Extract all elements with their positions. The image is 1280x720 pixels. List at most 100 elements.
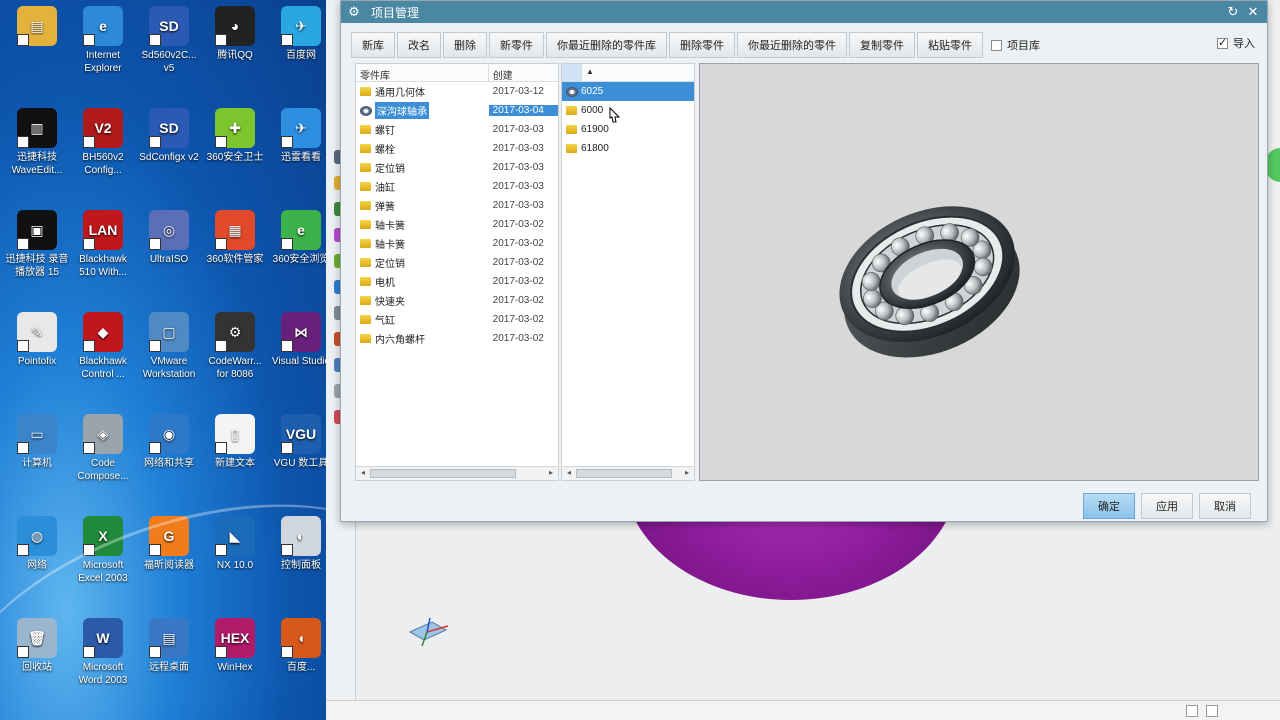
folder-icon bbox=[360, 296, 371, 305]
status-icon[interactable] bbox=[1186, 705, 1198, 717]
library-name-cell: 定位销 bbox=[356, 160, 489, 175]
column-header-part[interactable] bbox=[562, 64, 582, 81]
desktop-app-icon: ▦ bbox=[215, 210, 255, 250]
library-row[interactable]: 电机 2017-03-02 bbox=[356, 272, 558, 291]
delete-button[interactable]: 删除 bbox=[443, 32, 487, 58]
side-tab-handle[interactable] bbox=[1266, 148, 1280, 182]
desktop-icon[interactable]: ◐ 控制面板 bbox=[268, 516, 330, 572]
desktop-icon[interactable]: ▭ 计算机 bbox=[4, 414, 70, 470]
desktop-icon[interactable]: VGU VGU 数工具 bbox=[268, 414, 330, 470]
desktop-icon-label: Blackhawk Control ... bbox=[79, 356, 127, 380]
library-row[interactable]: 通用几何体 2017-03-12 bbox=[356, 82, 558, 101]
recently-deleted-parts-button[interactable]: 你最近删除的零件 bbox=[737, 32, 847, 58]
desktop-icon[interactable]: ▤ 远程桌面 bbox=[136, 618, 202, 674]
reset-icon[interactable]: ↻ bbox=[1225, 4, 1241, 20]
desktop-icon[interactable]: ◆ Blackhawk Control ... bbox=[70, 312, 136, 381]
scroll-right-icon[interactable]: ▸ bbox=[682, 468, 692, 477]
rename-button[interactable]: 改名 bbox=[397, 32, 441, 58]
paste-part-button[interactable]: 粘贴零件 bbox=[917, 32, 983, 58]
desktop-icon[interactable]: HEX WinHex bbox=[202, 618, 268, 674]
desktop-icon[interactable]: SD SdConfigx v2 bbox=[136, 108, 202, 164]
desktop-icon[interactable]: ▯ 新建文本 bbox=[202, 414, 268, 470]
dialog-titlebar[interactable]: ⚙ 项目管理 ↻ ✕ bbox=[341, 1, 1267, 23]
desktop-icon[interactable]: ◖ 百度... bbox=[268, 618, 330, 674]
desktop-icon[interactable]: e Internet Explorer bbox=[70, 6, 136, 75]
library-row[interactable]: 深沟球轴承 2017-03-04 bbox=[356, 101, 558, 120]
scroll-left-icon[interactable]: ◂ bbox=[564, 468, 574, 477]
library-row[interactable]: 内六角螺杆 2017-03-02 bbox=[356, 329, 558, 348]
desktop-icon[interactable]: ◣ NX 10.0 bbox=[202, 516, 268, 572]
status-icon[interactable] bbox=[1206, 705, 1218, 717]
cancel-button[interactable]: 取消 bbox=[1199, 493, 1251, 519]
checkbox-box[interactable] bbox=[1217, 36, 1228, 49]
new-part-button[interactable]: 新零件 bbox=[489, 32, 544, 58]
part-row[interactable]: 6000 bbox=[562, 101, 694, 120]
library-row[interactable]: 快速夹 2017-03-02 bbox=[356, 291, 558, 310]
desktop-icon[interactable]: ▣ 迅捷科技 录音播放器 15 bbox=[4, 210, 70, 279]
desktop-icon-label: 迅捷科技 WaveEdit... bbox=[11, 152, 63, 176]
column-header-library[interactable]: 零件库 bbox=[356, 64, 489, 82]
scroll-right-icon[interactable]: ▸ bbox=[546, 468, 556, 477]
desktop-icon[interactable]: ◉ 网络和共享 bbox=[136, 414, 202, 470]
desktop-icon[interactable]: ◍ 网络 bbox=[4, 516, 70, 572]
part-row[interactable]: 61800 bbox=[562, 139, 694, 158]
library-row[interactable]: 轴卡簧 2017-03-02 bbox=[356, 234, 558, 253]
new-library-button[interactable]: 新库 bbox=[351, 32, 395, 58]
desktop-icon[interactable]: V2 BH560v2 Config... bbox=[70, 108, 136, 177]
desktop-icon[interactable]: LAN Blackhawk 510 With... bbox=[70, 210, 136, 279]
sort-ascending-icon[interactable]: ▲ bbox=[582, 64, 606, 81]
close-icon[interactable]: ✕ bbox=[1245, 4, 1261, 20]
part-list[interactable]: ▲ 6025 6000 61900 61800 ◂ ▸ bbox=[561, 63, 695, 481]
horizontal-scrollbar[interactable]: ◂ ▸ bbox=[562, 466, 694, 480]
recently-deleted-libraries-button[interactable]: 你最近删除的零件库 bbox=[546, 32, 667, 58]
desktop-icon[interactable]: W Microsoft Word 2003 bbox=[70, 618, 136, 687]
desktop-icon[interactable]: ✎ Pointofix bbox=[4, 312, 70, 368]
library-date: 2017-03-03 bbox=[492, 200, 544, 211]
graphics-viewport[interactable] bbox=[356, 520, 1280, 700]
scrollbar-thumb[interactable] bbox=[576, 469, 672, 478]
library-row[interactable]: 定位销 2017-03-02 bbox=[356, 253, 558, 272]
desktop-icon[interactable]: e 360安全浏览 bbox=[268, 210, 330, 266]
desktop-icon[interactable]: SD Sd560v2C... v5 bbox=[136, 6, 202, 75]
delete-part-button[interactable]: 删除零件 bbox=[669, 32, 735, 58]
desktop-icon[interactable]: ▥ 迅捷科技 WaveEdit... bbox=[4, 108, 70, 177]
horizontal-scrollbar[interactable]: ◂ ▸ bbox=[356, 466, 558, 480]
library-list[interactable]: 零件库 创建 通用几何体 2017-03-12 深沟球轴承 2017-03-04 螺钉 2… bbox=[355, 63, 559, 481]
project-library-checkbox[interactable]: 项目库 bbox=[991, 37, 1040, 53]
library-row[interactable]: 螺栓 2017-03-03 bbox=[356, 139, 558, 158]
desktop-icon[interactable]: ✈ 迅雷看看 bbox=[268, 108, 330, 164]
library-name: 通用几何体 bbox=[375, 88, 425, 99]
folder-icon bbox=[360, 258, 371, 267]
desktop-icon-label: CodeWarr... for 8086 bbox=[208, 356, 262, 380]
desktop-icon[interactable]: ▤ bbox=[4, 6, 70, 49]
scroll-left-icon[interactable]: ◂ bbox=[358, 468, 368, 477]
library-row[interactable]: 油缸 2017-03-03 bbox=[356, 177, 558, 196]
library-row[interactable]: 气缸 2017-03-02 bbox=[356, 310, 558, 329]
desktop-icon[interactable]: ◕ 腾讯QQ bbox=[202, 6, 268, 62]
library-row[interactable]: 轴卡簧 2017-03-02 bbox=[356, 215, 558, 234]
ok-button[interactable]: 确定 bbox=[1083, 493, 1135, 519]
desktop-icon[interactable]: ◈ Code Compose... bbox=[70, 414, 136, 483]
checkbox-box[interactable] bbox=[991, 39, 1002, 51]
desktop-icon[interactable]: G 福昕阅读器 bbox=[136, 516, 202, 572]
column-header-created[interactable]: 创建 bbox=[489, 64, 558, 82]
import-checkbox[interactable]: 导入 bbox=[1217, 35, 1255, 51]
desktop-icon[interactable]: 🗑 回收站 bbox=[4, 618, 70, 674]
desktop-icon[interactable]: ◎ UltraISO bbox=[136, 210, 202, 266]
apply-button[interactable]: 应用 bbox=[1141, 493, 1193, 519]
desktop-icon[interactable]: ▦ 360软件管家 bbox=[202, 210, 268, 266]
library-row[interactable]: 螺钉 2017-03-03 bbox=[356, 120, 558, 139]
desktop-icon[interactable]: ✚ 360安全卫士 bbox=[202, 108, 268, 164]
scrollbar-thumb[interactable] bbox=[370, 469, 516, 478]
desktop-icon[interactable]: ⚙ CodeWarr... for 8086 bbox=[202, 312, 268, 381]
desktop-icon[interactable]: ✈ 百度网 bbox=[268, 6, 330, 62]
desktop-icon[interactable]: X Microsoft Excel 2003 bbox=[70, 516, 136, 585]
part-row[interactable]: 6025 bbox=[562, 82, 694, 101]
desktop-icon[interactable]: ⋈ Visual Studio bbox=[268, 312, 330, 368]
library-row[interactable]: 定位销 2017-03-03 bbox=[356, 158, 558, 177]
library-row[interactable]: 弹簧 2017-03-03 bbox=[356, 196, 558, 215]
desktop-app-icon: G bbox=[149, 516, 189, 556]
part-row[interactable]: 61900 bbox=[562, 120, 694, 139]
copy-part-button[interactable]: 复制零件 bbox=[849, 32, 915, 58]
desktop-icon[interactable]: ▢ VMware Workstation bbox=[136, 312, 202, 381]
